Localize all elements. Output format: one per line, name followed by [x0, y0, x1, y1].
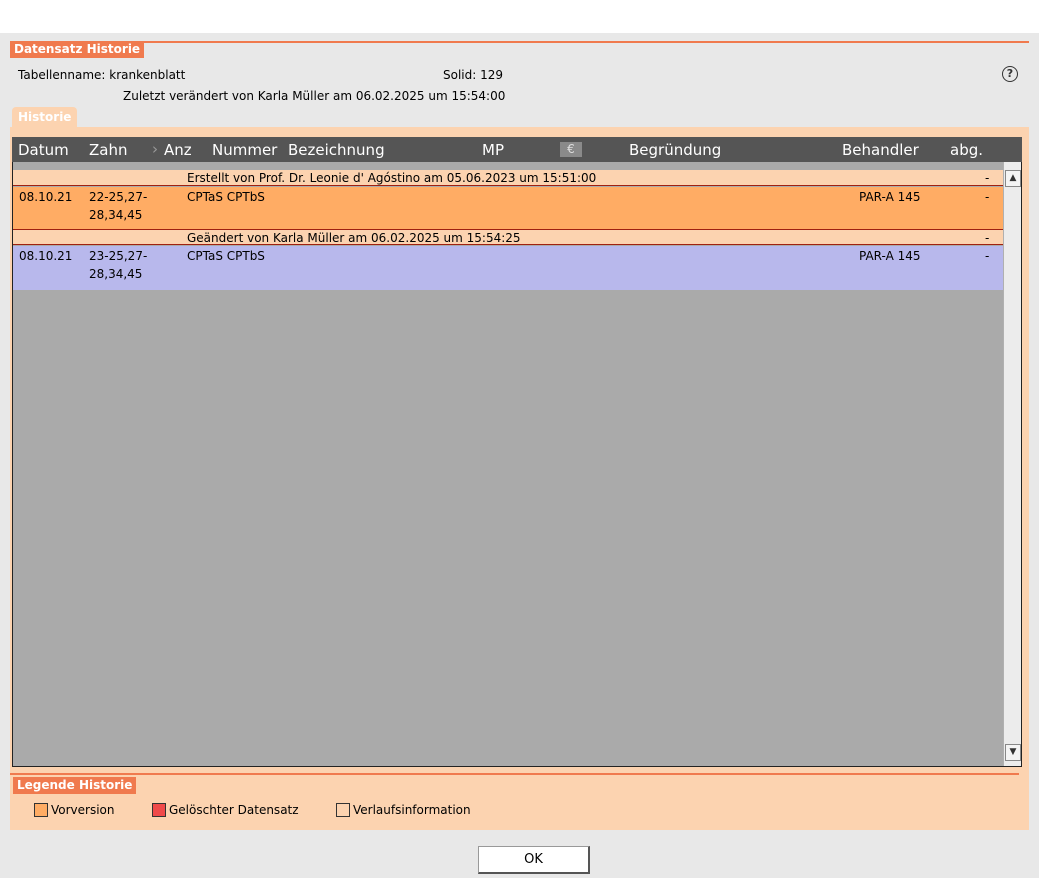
col-bezeichnung[interactable]: Bezeichnung: [288, 141, 385, 159]
dialog-title: Datensatz Historie: [10, 41, 145, 58]
legend-title: Legende Historie: [13, 777, 137, 794]
solid-info: Solid: 129: [443, 68, 503, 82]
nummer-cell: CPTaS CPTbS: [187, 249, 265, 263]
behandler-cell: PAR-A 145: [859, 249, 921, 263]
zahn-cell-line2: 28,34,45: [89, 267, 143, 281]
legend-panel: [10, 767, 1029, 830]
header-divider: [10, 41, 1029, 43]
abg-cell: -: [985, 249, 990, 263]
tab-historie[interactable]: Historie: [12, 107, 78, 127]
table-name-label: Tabellenname:: [18, 68, 106, 82]
table-name-value: krankenblatt: [109, 68, 186, 82]
info-text: Geändert von Karla Müller am 06.02.2025 …: [187, 231, 521, 245]
col-datum[interactable]: Datum: [18, 141, 69, 159]
col-mp[interactable]: MP: [482, 141, 504, 159]
col-zahn[interactable]: Zahn: [89, 141, 127, 159]
legend-swatch: [152, 803, 166, 817]
scroll-up-icon[interactable]: ▲: [1005, 170, 1021, 187]
legend-divider: [10, 773, 1019, 775]
col-abg[interactable]: abg.: [950, 141, 983, 159]
zahn-cell-line1: 22-25,27-: [89, 190, 148, 204]
history-grid: Erstellt von Prof. Dr. Leonie d' Agóstin…: [12, 162, 1022, 767]
nummer-cell: CPTaS CPTbS: [187, 190, 265, 204]
legend-label: Vorversion: [51, 803, 115, 817]
help-icon[interactable]: ?: [1002, 66, 1018, 82]
legend-label: Gelöschter Datensatz: [169, 803, 299, 817]
abg-value: -: [985, 231, 990, 245]
euro-icon[interactable]: €: [560, 142, 582, 157]
legend-swatch: [34, 803, 48, 817]
col-begruendung[interactable]: Begründung: [629, 141, 721, 159]
col-behandler[interactable]: Behandler: [842, 141, 919, 159]
legend-item-geloescht: Gelöschter Datensatz: [152, 803, 299, 817]
table-name-info: Tabellenname: krankenblatt: [18, 68, 185, 82]
zahn-cell-line1: 23-25,27-: [89, 249, 148, 263]
legend-label: Verlaufsinformation: [353, 803, 471, 817]
legend-item-verlauf: Verlaufsinformation: [336, 803, 471, 817]
scroll-down-icon[interactable]: ▼: [1005, 744, 1021, 761]
table-row[interactable]: 08.10.21 23-25,27- 28,34,45 CPTaS CPTbS …: [13, 246, 1003, 290]
vertical-scrollbar[interactable]: ▲ ▼: [1003, 162, 1021, 766]
legend-swatch: [336, 803, 350, 817]
abg-cell: -: [985, 190, 990, 204]
behandler-cell: PAR-A 145: [859, 190, 921, 204]
datum-cell: 08.10.21: [19, 190, 73, 204]
legend-item-vorversion: Vorversion: [34, 803, 115, 817]
solid-label: Solid:: [443, 68, 477, 82]
top-strip: [0, 0, 1039, 33]
col-nummer[interactable]: Nummer: [212, 141, 277, 159]
col-anz[interactable]: Anz: [164, 141, 192, 159]
solid-value: 129: [480, 68, 504, 82]
table-header: Datum Zahn › Anz Nummer Bezeichnung MP €…: [12, 137, 1022, 162]
last-changed-info: Zuletzt verändert von Karla Müller am 06…: [123, 89, 506, 103]
abg-value: -: [985, 171, 990, 185]
info-text: Erstellt von Prof. Dr. Leonie d' Agóstin…: [187, 171, 597, 185]
ok-button[interactable]: OK: [478, 846, 590, 874]
history-info-row[interactable]: Erstellt von Prof. Dr. Leonie d' Agóstin…: [13, 170, 1003, 186]
table-row[interactable]: 08.10.21 22-25,27- 28,34,45 CPTaS CPTbS …: [13, 187, 1003, 231]
datum-cell: 08.10.21: [19, 249, 73, 263]
chevron-right-icon: ›: [152, 140, 158, 158]
history-info-row[interactable]: Geändert von Karla Müller am 06.02.2025 …: [13, 229, 1003, 245]
zahn-cell-line2: 28,34,45: [89, 208, 143, 222]
